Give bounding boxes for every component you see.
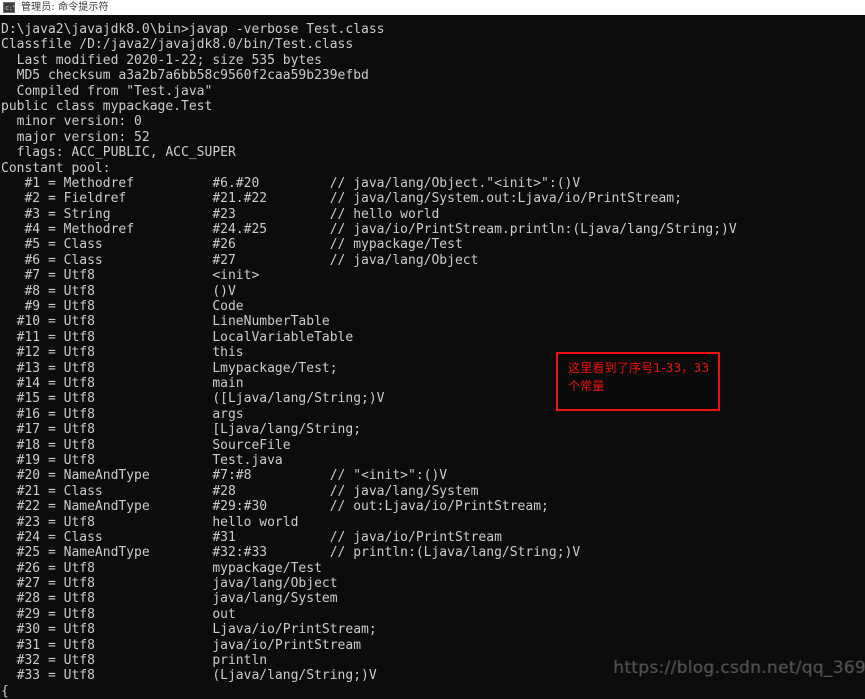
window-title: 管理员: 命令提示符 bbox=[21, 2, 109, 13]
console-line: #24 = Class #31 // java/io/PrintStream bbox=[1, 529, 502, 545]
console-line: #25 = NameAndType #32:#33 // println:(Lj… bbox=[1, 545, 581, 561]
console-line: #12 = Utf8 this bbox=[1, 345, 244, 361]
console-line: minor version: 0 bbox=[1, 114, 142, 130]
console-line: #18 = Utf8 SourceFile bbox=[1, 437, 291, 453]
console-line: #6 = Class #27 // java/lang/Object bbox=[1, 252, 479, 268]
console-line: #28 = Utf8 java/lang/System bbox=[1, 591, 338, 607]
console-line: #5 = Class #26 // mypackage/Test bbox=[1, 237, 463, 253]
annotation-callout-constant-count: 这里看到了序号1-33，33个常量 bbox=[556, 352, 720, 411]
console-line: #14 = Utf8 main bbox=[1, 375, 244, 391]
console-icon-glyph: c:\ bbox=[5, 4, 14, 12]
console-line: public class mypackage.Test bbox=[1, 98, 213, 114]
console-line: #26 = Utf8 mypackage/Test bbox=[1, 560, 322, 576]
console-line: #22 = NameAndType #29:#30 // out:Ljava/i… bbox=[1, 499, 549, 515]
console-line: Last modified 2020-1-22; size 535 bytes bbox=[1, 52, 322, 68]
console-line: Constant pool: bbox=[1, 160, 111, 176]
console-line: D:\java2\javajdk8.0\bin>javap -verbose T… bbox=[1, 22, 385, 37]
console-line: #2 = Fieldref #21.#22 // java/lang/Syste… bbox=[1, 191, 682, 207]
console-line: #23 = Utf8 hello world bbox=[1, 514, 299, 530]
console-line: #31 = Utf8 java/io/PrintStream bbox=[1, 637, 362, 653]
console-line: #20 = NameAndType #7:#8 // "<init>":()V bbox=[1, 468, 448, 484]
console-lines: D:\java2\javajdk8.0\bin>javap -verbose T… bbox=[1, 22, 865, 699]
console-line: #30 = Utf8 Ljava/io/PrintStream; bbox=[1, 622, 377, 638]
console-line: #21 = Class #28 // java/lang/System bbox=[1, 483, 479, 499]
console-line: flags: ACC_PUBLIC, ACC_SUPER bbox=[1, 145, 236, 161]
console-line: MD5 checksum a3a2b7a6bb58c9560f2caa59b23… bbox=[1, 68, 369, 84]
console-line: #1 = Methodref #6.#20 // java/lang/Objec… bbox=[1, 175, 581, 191]
console-line: #29 = Utf8 out bbox=[1, 606, 236, 622]
console-line: #4 = Methodref #24.#25 // java/io/PrintS… bbox=[1, 222, 737, 238]
console-line: #10 = Utf8 LineNumberTable bbox=[1, 314, 330, 330]
console-line: #11 = Utf8 LocalVariableTable bbox=[1, 329, 354, 345]
console-line: Compiled from "Test.java" bbox=[1, 83, 213, 99]
console-line: major version: 52 bbox=[1, 129, 150, 145]
console-line: #9 = Utf8 Code bbox=[1, 299, 244, 315]
window-titlebar[interactable]: c:\ 管理员: 命令提示符 bbox=[0, 0, 865, 15]
console-output-area[interactable]: D:\java2\javajdk8.0\bin>javap -verbose T… bbox=[0, 15, 865, 699]
watermark: https://blog.csdn.net/qq_36963950 bbox=[613, 658, 865, 678]
console-line: #8 = Utf8 ()V bbox=[1, 283, 236, 299]
console-line: { bbox=[1, 683, 9, 699]
console-line: #17 = Utf8 [Ljava/lang/String; bbox=[1, 422, 362, 438]
console-line: #7 = Utf8 <init> bbox=[1, 268, 260, 284]
console-line: #27 = Utf8 java/lang/Object bbox=[1, 576, 338, 592]
console-line: #15 = Utf8 ([Ljava/lang/String;)V bbox=[1, 391, 385, 407]
console-line: #13 = Utf8 Lmypackage/Test; bbox=[1, 360, 338, 376]
command-prompt-window: c:\ 管理员: 命令提示符 D:\java2\javajdk8.0\bin>j… bbox=[0, 0, 865, 699]
console-line: Classfile /D:/java2/javajdk8.0/bin/Test.… bbox=[1, 37, 354, 53]
console-icon: c:\ bbox=[3, 2, 15, 13]
console-line: #19 = Utf8 Test.java bbox=[1, 452, 283, 468]
console-line: #16 = Utf8 args bbox=[1, 406, 244, 422]
console-line: #3 = String #23 // hello world bbox=[1, 206, 440, 222]
